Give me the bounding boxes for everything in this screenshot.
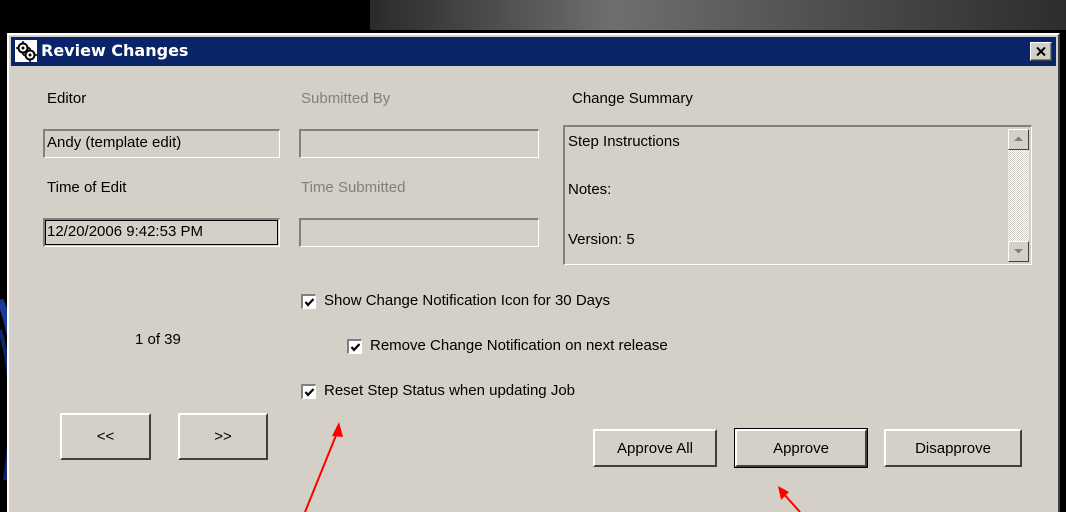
editor-field: Andy (template edit) [43,129,280,158]
scroll-down-arrow-icon [1014,249,1023,254]
submitted-by-label: Submitted By [301,90,391,107]
dialog-title: Review Changes [41,41,189,60]
editor-label: Editor [47,90,87,107]
remove-notification-label: Remove Change Notification on next relea… [370,337,668,354]
scroll-up-arrow-icon [1014,136,1023,141]
review-changes-dialog: Review Changes Editor Andy (template edi… [7,33,1060,512]
submitted-by-field [299,129,539,158]
time-of-edit-label: Time of Edit [47,179,127,196]
summary-scrollbar[interactable] [1008,129,1029,262]
gears-icon [15,40,37,62]
remove-notification-checkbox[interactable] [347,339,362,354]
checkmark-icon [304,388,315,397]
scroll-up-button[interactable] [1008,129,1029,150]
summary-line: Step Instructions [568,133,680,150]
next-button[interactable]: >> [178,413,268,460]
time-of-edit-field[interactable]: 12/20/2006 9:42:53 PM [43,218,280,247]
approve-button[interactable]: Approve [734,428,868,468]
pager-indicator: 1 of 39 [135,331,181,348]
reset-step-status-checkbox[interactable] [301,384,316,399]
close-button[interactable] [1030,42,1052,61]
background-gradient-strip [370,0,1066,30]
checkmark-icon [350,343,361,352]
title-bar: Review Changes [11,37,1056,66]
change-summary-label: Change Summary [572,90,693,107]
reset-step-status-label: Reset Step Status when updating Job [324,382,576,399]
checkmark-icon [304,298,315,307]
show-notification-checkbox[interactable] [301,294,316,309]
scroll-down-button[interactable] [1008,241,1029,262]
disapprove-button[interactable]: Disapprove [884,429,1022,467]
close-icon [1036,47,1046,56]
summary-line: Version: 5 [568,231,635,248]
approve-all-button[interactable]: Approve All [593,429,717,467]
time-submitted-label: Time Submitted [301,179,406,196]
time-submitted-field [299,218,539,247]
previous-button[interactable]: << [60,413,151,460]
change-summary-textarea[interactable]: Step Instructions Notes: Version: 5 [563,125,1032,265]
show-notification-label: Show Change Notification Icon for 30 Day… [324,292,610,309]
summary-line: Notes: [568,181,612,198]
